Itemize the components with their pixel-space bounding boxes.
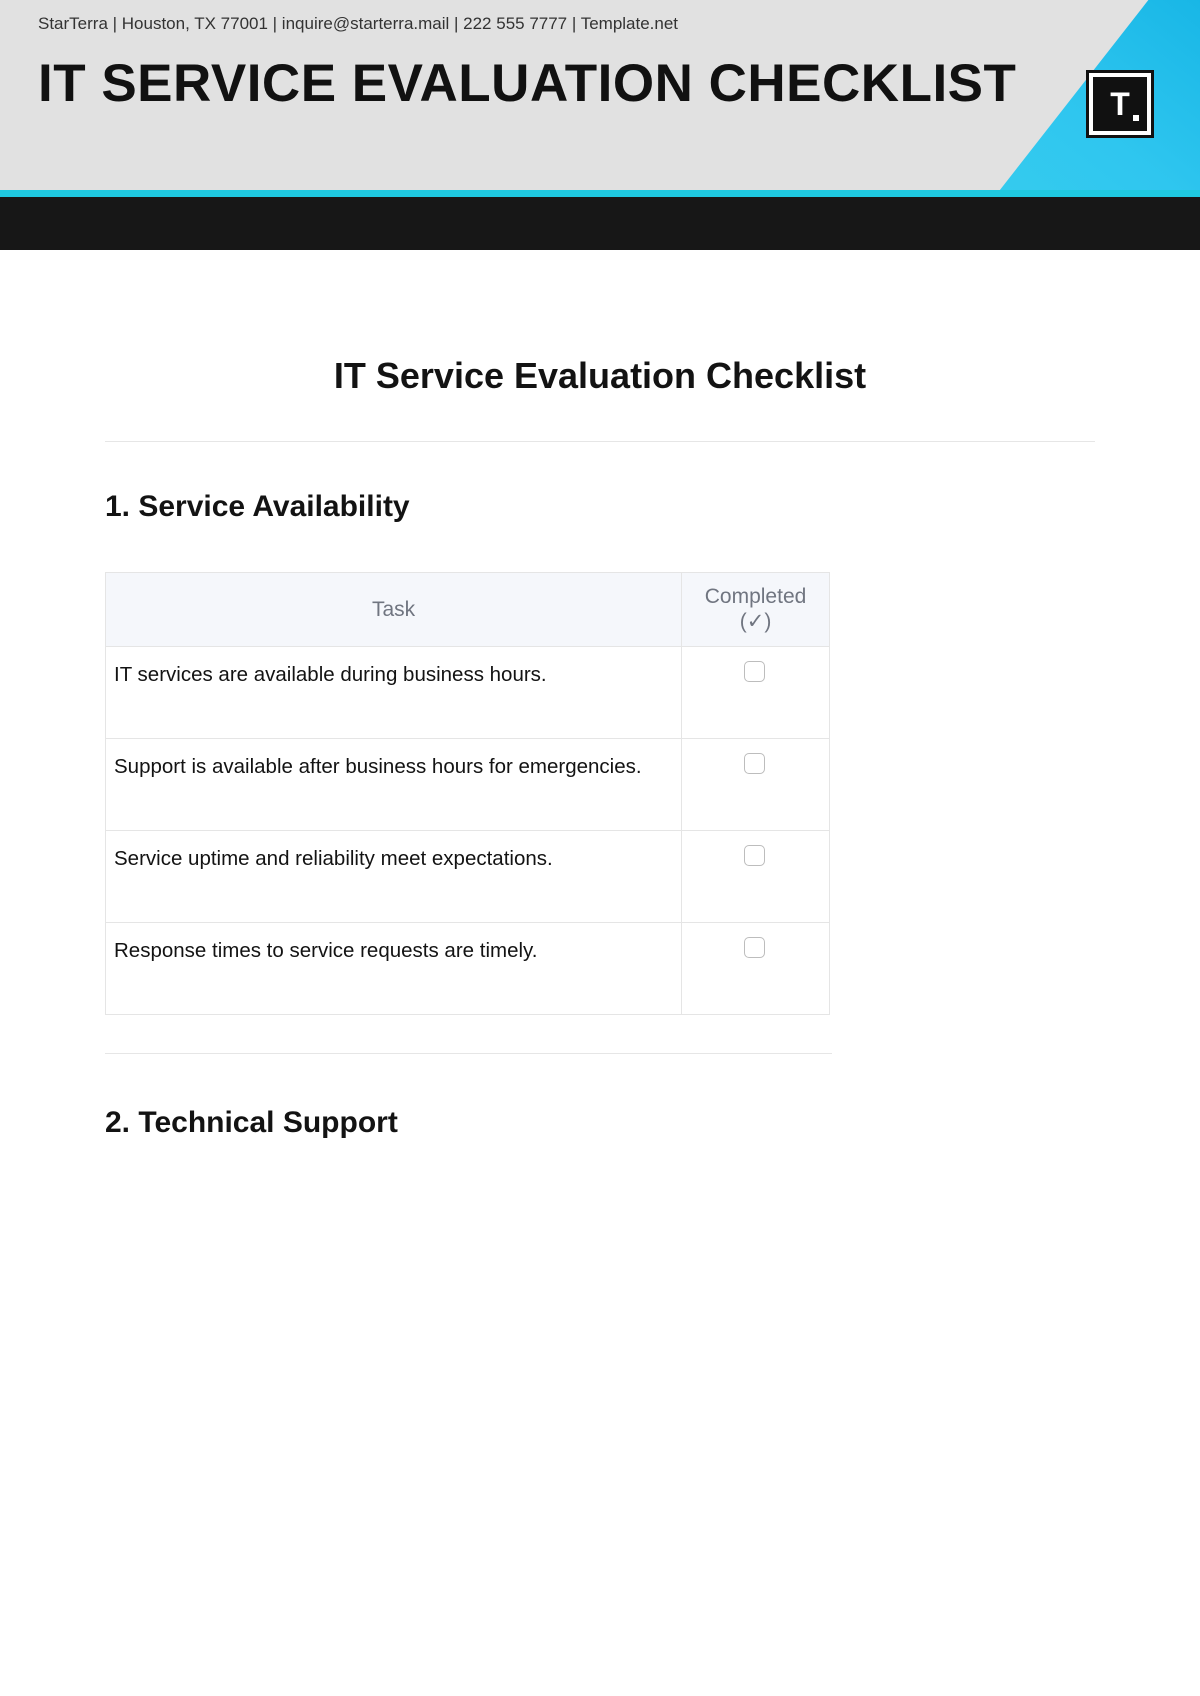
checkbox-cell: [682, 739, 830, 831]
document-banner: StarTerra | Houston, TX 77001 | inquire@…: [0, 0, 1200, 190]
task-cell: Response times to service requests are t…: [106, 923, 682, 1015]
column-header-completed: Completed (✓): [682, 573, 830, 647]
task-cell: Support is available after business hour…: [106, 739, 682, 831]
checkbox-cell: [682, 647, 830, 739]
task-cell: Service uptime and reliability meet expe…: [106, 831, 682, 923]
section-divider: [105, 1053, 832, 1054]
teal-divider: [0, 190, 1200, 197]
table-row: IT services are available during busines…: [106, 647, 830, 739]
logo-box: T: [1086, 70, 1154, 138]
checkbox-cell: [682, 923, 830, 1015]
banner-title: IT SERVICE EVALUATION CHECKLIST: [0, 34, 1200, 112]
table-row: Service uptime and reliability meet expe…: [106, 831, 830, 923]
title-divider: [105, 441, 1095, 442]
black-bar: [0, 197, 1200, 250]
banner-meta-text: StarTerra | Houston, TX 77001 | inquire@…: [0, 0, 1200, 34]
table-row: Response times to service requests are t…: [106, 923, 830, 1015]
document-content: IT Service Evaluation Checklist 1. Servi…: [0, 250, 1200, 1140]
section-2-heading: 2. Technical Support: [105, 1106, 1095, 1140]
checklist-table-1: Task Completed (✓) IT services are avail…: [105, 572, 830, 1015]
column-header-task: Task: [106, 573, 682, 647]
section-1-heading: 1. Service Availability: [105, 490, 1095, 524]
logo-letter: T: [1093, 77, 1147, 131]
task-cell: IT services are available during busines…: [106, 647, 682, 739]
checkbox[interactable]: [744, 753, 765, 774]
checkbox-cell: [682, 831, 830, 923]
checkbox[interactable]: [744, 845, 765, 866]
document-title: IT Service Evaluation Checklist: [105, 355, 1095, 397]
checkbox[interactable]: [744, 937, 765, 958]
checkbox[interactable]: [744, 661, 765, 682]
table-row: Support is available after business hour…: [106, 739, 830, 831]
